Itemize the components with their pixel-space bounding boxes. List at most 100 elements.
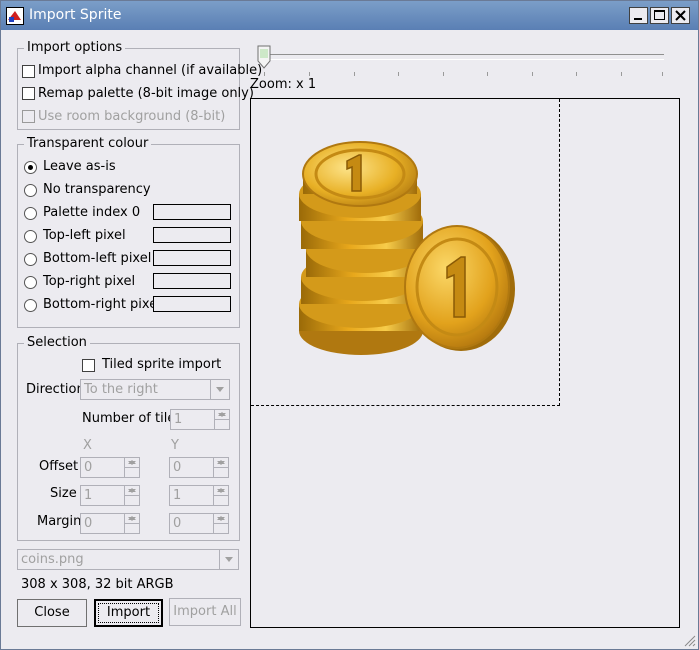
tiled-sprite-import-label: Tiled sprite import (102, 357, 222, 372)
coins-sprite-image (299, 141, 515, 355)
radio-bottom-right-pixel-label: Bottom-right pixel (43, 297, 161, 312)
number-of-tiles-label: Number of tiles (82, 411, 170, 426)
bottom-right-colour-swatch (153, 296, 231, 312)
size-y-value: 1 (173, 488, 182, 503)
close-button-label: Close (34, 605, 70, 620)
remap-palette-checkbox[interactable] (22, 87, 35, 100)
offset-x-spinner[interactable]: 0 (80, 457, 140, 478)
file-name: coins.png (21, 552, 84, 567)
spin-down-icon[interactable] (214, 514, 228, 523)
title-bar[interactable]: Import Sprite (1, 1, 698, 30)
import-alpha-label: Import alpha channel (if available) (38, 63, 263, 78)
radio-bottom-left-pixel-label: Bottom-left pixel (43, 251, 152, 266)
size-y-spinner[interactable]: 1 (169, 485, 229, 506)
zoom-tick (532, 72, 533, 76)
radio-no-transparency[interactable] (24, 184, 37, 197)
top-right-colour-swatch (153, 273, 231, 289)
spin-down-icon[interactable] (125, 514, 139, 523)
top-left-colour-swatch (153, 227, 231, 243)
zoom-tick (487, 72, 488, 76)
size-label: Size (50, 486, 77, 501)
radio-palette-index-0-label: Palette index 0 (43, 205, 141, 220)
zoom-slider-track[interactable] (262, 54, 664, 60)
maximize-button[interactable] (650, 7, 669, 24)
margin-x-value: 0 (84, 516, 93, 531)
radio-leave-as-is[interactable] (24, 161, 37, 174)
radio-no-transparency-label: No transparency (43, 182, 151, 197)
radio-top-right-pixel[interactable] (24, 276, 37, 289)
chevron-down-icon (219, 550, 238, 569)
import-options-title: Import options (24, 40, 126, 55)
sprite-bounds (251, 99, 560, 406)
spin-buttons[interactable] (124, 486, 139, 505)
offset-y-value: 0 (173, 460, 182, 475)
radio-top-left-pixel[interactable] (24, 230, 37, 243)
close-window-button[interactable] (671, 7, 690, 24)
sprite-preview[interactable] (250, 98, 680, 628)
margin-label: Margin (37, 514, 82, 529)
margin-x-spinner[interactable]: 0 (80, 513, 140, 534)
image-info: 308 x 308, 32 bit ARGB (21, 577, 174, 592)
zoom-slider-thumb[interactable] (257, 45, 271, 69)
room-background-label: Use room background (8-bit) (38, 109, 226, 124)
radio-palette-index-0[interactable] (24, 207, 37, 220)
y-column-header: Y (171, 438, 179, 453)
spin-down-icon[interactable] (125, 458, 139, 467)
import-sprite-window: Import Sprite Import options Import alph… (0, 0, 699, 650)
tiled-sprite-import-checkbox[interactable] (82, 359, 95, 372)
import-all-button[interactable]: Import All (169, 598, 241, 626)
bottom-left-colour-swatch (153, 250, 231, 266)
import-all-button-label: Import All (173, 604, 237, 619)
direction-label: Direction (26, 382, 85, 397)
selection-title: Selection (24, 335, 90, 350)
zoom-tick (443, 72, 444, 76)
offset-x-value: 0 (84, 460, 93, 475)
spin-buttons[interactable] (213, 486, 228, 505)
number-of-tiles-value: 1 (174, 412, 183, 427)
room-background-checkbox[interactable] (22, 110, 35, 123)
x-column-header: X (83, 438, 92, 453)
spin-buttons[interactable] (213, 514, 228, 533)
offset-label: Offset (39, 459, 79, 474)
spin-down-icon[interactable] (125, 486, 139, 495)
radio-leave-as-is-label: Leave as-is (43, 159, 116, 174)
zoom-tick (662, 72, 663, 76)
close-button[interactable]: Close (17, 599, 87, 627)
zoom-label: Zoom: x 1 (250, 77, 317, 92)
direction-value: To the right (84, 382, 158, 397)
import-button[interactable]: Import (94, 599, 163, 627)
spin-down-icon[interactable] (215, 410, 229, 419)
radio-bottom-right-pixel[interactable] (24, 299, 37, 312)
zoom-tick (309, 72, 310, 76)
spin-buttons[interactable] (124, 458, 139, 477)
zoom-tick (354, 72, 355, 76)
selection-group: Selection (17, 335, 240, 541)
transparent-colour-title: Transparent colour (24, 136, 152, 151)
minimize-icon (634, 18, 642, 20)
spin-down-icon[interactable] (214, 458, 228, 467)
offset-y-spinner[interactable]: 0 (169, 457, 229, 478)
chevron-down-icon (210, 380, 229, 399)
close-icon (675, 10, 686, 21)
import-alpha-checkbox[interactable] (22, 65, 35, 78)
direction-select[interactable]: To the right (80, 379, 230, 400)
maximize-icon (654, 10, 665, 20)
spin-buttons[interactable] (214, 410, 229, 429)
number-of-tiles-spinner[interactable]: 1 (170, 409, 230, 430)
spin-buttons[interactable] (124, 514, 139, 533)
radio-top-right-pixel-label: Top-right pixel (43, 274, 136, 289)
zoom-tick (621, 72, 622, 76)
spin-down-icon[interactable] (214, 486, 228, 495)
file-select[interactable]: coins.png (17, 549, 239, 570)
window-title: Import Sprite (29, 7, 122, 23)
spin-buttons[interactable] (213, 458, 228, 477)
app-icon (6, 7, 24, 25)
minimize-button[interactable] (629, 7, 648, 24)
margin-y-spinner[interactable]: 0 (169, 513, 229, 534)
radio-top-left-pixel-label: Top-left pixel (43, 228, 126, 243)
resize-grip-icon[interactable] (682, 633, 696, 647)
zoom-tick (398, 72, 399, 76)
size-x-spinner[interactable]: 1 (80, 485, 140, 506)
palette-index-colour-swatch (153, 204, 231, 220)
radio-bottom-left-pixel[interactable] (24, 253, 37, 266)
